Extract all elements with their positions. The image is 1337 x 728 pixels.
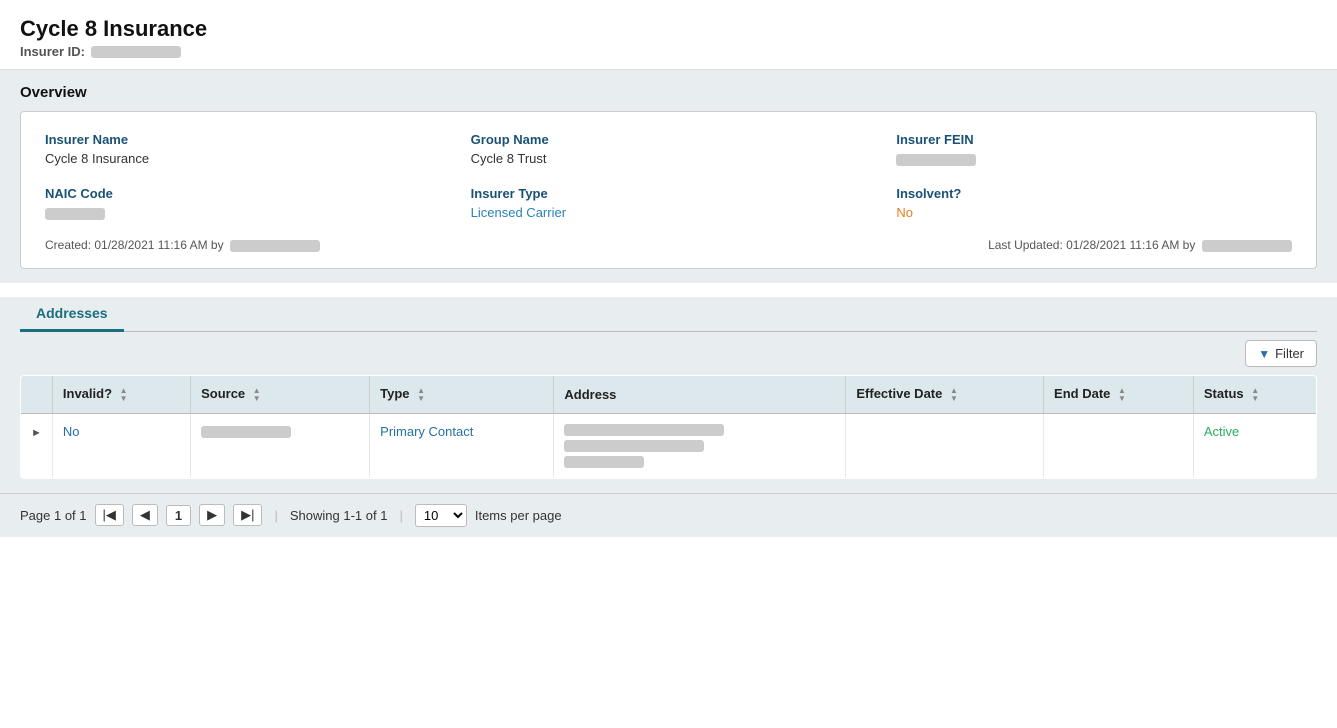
value-naic-code bbox=[45, 205, 441, 220]
table-row: ► No Primary Contact bbox=[21, 413, 1317, 478]
sort-source[interactable]: ▲▼ bbox=[253, 387, 261, 403]
sort-effective-date[interactable]: ▲▼ bbox=[950, 387, 958, 403]
row-source bbox=[191, 413, 370, 478]
updated-by-redacted bbox=[1202, 240, 1292, 252]
label-insurer-name: Insurer Name bbox=[45, 132, 441, 147]
field-insurer-type: Insurer Type Licensed Carrier bbox=[471, 186, 867, 220]
field-naic-code: NAIC Code bbox=[45, 186, 441, 220]
col-address: Address bbox=[554, 376, 846, 414]
items-per-page-label: Items per page bbox=[475, 508, 562, 523]
insurer-id-row: Insurer ID: bbox=[20, 44, 1317, 59]
tabs-bar: Addresses bbox=[20, 297, 1317, 332]
page-info: Page 1 of 1 bbox=[20, 508, 87, 523]
row-effective-date bbox=[846, 413, 1044, 478]
field-insurer-fein: Insurer FEIN bbox=[896, 132, 1292, 166]
col-expand bbox=[21, 376, 53, 414]
table-section: ▼ Filter Invalid? ▲▼ Source ▲▼ Type ▲▼ bbox=[0, 332, 1337, 493]
overview-title: Overview bbox=[20, 84, 1317, 101]
showing-info: Showing 1-1 of 1 bbox=[290, 508, 388, 523]
row-type: Primary Contact bbox=[370, 413, 554, 478]
label-naic-code: NAIC Code bbox=[45, 186, 441, 201]
address-line-1 bbox=[564, 424, 724, 436]
label-group-name: Group Name bbox=[471, 132, 867, 147]
label-insurer-fein: Insurer FEIN bbox=[896, 132, 1292, 147]
addresses-table: Invalid? ▲▼ Source ▲▼ Type ▲▼ Address Ef… bbox=[20, 375, 1317, 479]
updated-info: Last Updated: 01/28/2021 11:16 AM by bbox=[988, 238, 1292, 252]
sort-invalid[interactable]: ▲▼ bbox=[120, 387, 128, 403]
filter-icon: ▼ bbox=[1258, 347, 1270, 361]
naic-redacted bbox=[45, 208, 105, 220]
page-title: Cycle 8 Insurance bbox=[20, 16, 1317, 42]
label-insurer-type: Insurer Type bbox=[471, 186, 867, 201]
field-group-name: Group Name Cycle 8 Trust bbox=[471, 132, 867, 166]
value-insurer-name: Cycle 8 Insurance bbox=[45, 151, 441, 166]
value-insurer-type[interactable]: Licensed Carrier bbox=[471, 205, 867, 220]
source-redacted bbox=[201, 426, 291, 438]
value-group-name: Cycle 8 Trust bbox=[471, 151, 867, 166]
row-end-date bbox=[1044, 413, 1194, 478]
tab-addresses[interactable]: Addresses bbox=[20, 297, 124, 332]
overview-section: Overview Insurer Name Cycle 8 Insurance … bbox=[0, 70, 1337, 283]
table-toolbar: ▼ Filter bbox=[20, 332, 1317, 375]
value-insolvent: No bbox=[896, 205, 1292, 220]
overview-footer: Created: 01/28/2021 11:16 AM by Last Upd… bbox=[45, 238, 1292, 252]
pagination-bar: Page 1 of 1 |◀ ◀ 1 ▶ ▶| | Showing 1-1 of… bbox=[0, 493, 1337, 537]
col-effective-date: Effective Date ▲▼ bbox=[846, 376, 1044, 414]
items-per-page-select[interactable]: 10 25 50 100 bbox=[415, 504, 467, 527]
col-source: Source ▲▼ bbox=[191, 376, 370, 414]
filter-label: Filter bbox=[1275, 346, 1304, 361]
field-insurer-name: Insurer Name Cycle 8 Insurance bbox=[45, 132, 441, 166]
col-invalid: Invalid? ▲▼ bbox=[52, 376, 190, 414]
tab-section: Addresses bbox=[0, 297, 1337, 332]
address-line-3 bbox=[564, 456, 644, 468]
insurer-id-value bbox=[91, 46, 181, 58]
created-info: Created: 01/28/2021 11:16 AM by bbox=[45, 238, 320, 252]
col-status: Status ▲▼ bbox=[1193, 376, 1316, 414]
row-status: Active bbox=[1193, 413, 1316, 478]
value-insurer-fein bbox=[896, 151, 1292, 166]
expand-arrow[interactable]: ► bbox=[31, 427, 42, 439]
overview-grid: Insurer Name Cycle 8 Insurance Group Nam… bbox=[45, 132, 1292, 220]
next-page-button[interactable]: ▶ bbox=[199, 504, 225, 526]
field-insolvent: Insolvent? No bbox=[896, 186, 1292, 220]
sort-end-date[interactable]: ▲▼ bbox=[1118, 387, 1126, 403]
insurer-id-label: Insurer ID: bbox=[20, 44, 85, 59]
col-end-date: End Date ▲▼ bbox=[1044, 376, 1194, 414]
row-expand-cell: ► bbox=[21, 413, 53, 478]
page-header: Cycle 8 Insurance Insurer ID: bbox=[0, 0, 1337, 70]
row-address bbox=[554, 413, 846, 478]
fein-redacted bbox=[896, 154, 976, 166]
prev-page-button[interactable]: ◀ bbox=[132, 504, 158, 526]
address-line-2 bbox=[564, 440, 704, 452]
last-page-button[interactable]: ▶| bbox=[233, 504, 262, 526]
label-insolvent: Insolvent? bbox=[896, 186, 1292, 201]
overview-card: Insurer Name Cycle 8 Insurance Group Nam… bbox=[20, 111, 1317, 269]
first-page-button[interactable]: |◀ bbox=[95, 504, 124, 526]
created-by-redacted bbox=[230, 240, 320, 252]
col-type: Type ▲▼ bbox=[370, 376, 554, 414]
current-page: 1 bbox=[166, 505, 191, 526]
table-header-row: Invalid? ▲▼ Source ▲▼ Type ▲▼ Address Ef… bbox=[21, 376, 1317, 414]
sort-status[interactable]: ▲▼ bbox=[1251, 387, 1259, 403]
row-invalid: No bbox=[52, 413, 190, 478]
filter-button[interactable]: ▼ Filter bbox=[1245, 340, 1317, 367]
pipe-separator: | bbox=[274, 508, 277, 523]
pipe-separator-2: | bbox=[399, 508, 402, 523]
sort-type[interactable]: ▲▼ bbox=[417, 387, 425, 403]
